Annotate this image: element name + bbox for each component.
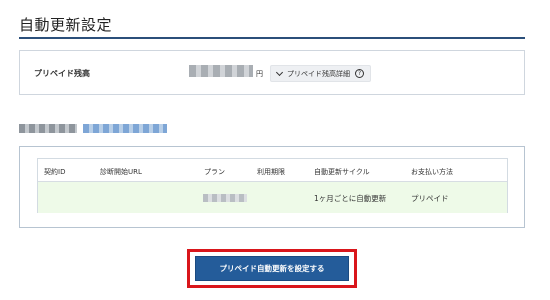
balance-amount-redacted bbox=[189, 65, 253, 77]
cell-payment-method: プリペイド bbox=[411, 194, 449, 203]
column-header-renewal-cycle: 自動更新サイクル bbox=[314, 168, 370, 176]
help-icon[interactable]: ? bbox=[355, 69, 364, 78]
column-header-expiry: 利用期限 bbox=[257, 168, 285, 176]
balance-panel: プリペイド残高 円 プリペイド残高詳細 ? bbox=[19, 50, 525, 95]
page-title: 自動更新設定 bbox=[19, 16, 113, 34]
cell-renewal-cycle: 1ヶ月ごとに自動更新 bbox=[314, 194, 387, 203]
balance-label: プリペイド残高 bbox=[34, 69, 90, 78]
set-auto-renewal-button[interactable]: プリペイド自動更新を設定する bbox=[195, 256, 349, 281]
balance-details-label: プリペイド残高詳細 bbox=[287, 69, 350, 78]
contracts-table-panel: 契約ID 診断開始URL プラン 利用期限 自動更新サイクル お支払い方法 1ヶ… bbox=[19, 146, 525, 228]
chevron-down-icon bbox=[275, 68, 284, 76]
column-header-plan: プラン bbox=[204, 168, 225, 176]
title-divider bbox=[19, 37, 525, 39]
column-header-start-url: 診断開始URL bbox=[100, 168, 142, 176]
contracts-table: 契約ID 診断開始URL プラン 利用期限 自動更新サイクル お支払い方法 1ヶ… bbox=[37, 158, 508, 213]
table-row: 1ヶ月ごとに自動更新 プリペイド bbox=[38, 182, 507, 213]
column-header-payment-method: お支払い方法 bbox=[411, 168, 453, 176]
balance-unit: 円 bbox=[256, 70, 263, 78]
column-header-contract-id: 契約ID bbox=[44, 168, 66, 176]
balance-details-button[interactable]: プリペイド残高詳細 ? bbox=[270, 65, 371, 82]
account-link-redacted[interactable] bbox=[83, 124, 167, 133]
account-name-redacted bbox=[19, 124, 77, 133]
cell-plan-redacted bbox=[203, 194, 247, 202]
